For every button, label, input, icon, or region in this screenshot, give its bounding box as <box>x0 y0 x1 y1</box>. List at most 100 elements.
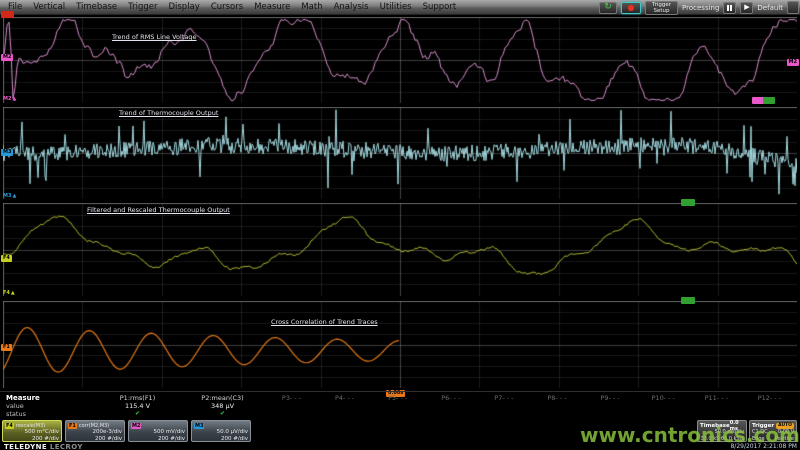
m2-level-badge-left[interactable]: M2 <box>1 54 13 61</box>
f1-scale: 200e-3/div <box>68 429 122 436</box>
marker-badge-1 <box>681 199 695 206</box>
p12-name: P12- - - <box>743 394 796 402</box>
measure-col-p8[interactable]: P8- - - <box>530 394 583 418</box>
p5-name: P5- - - <box>371 394 424 402</box>
pause-icon <box>727 5 729 11</box>
status-label: status <box>6 410 40 418</box>
descriptor-f1[interactable]: F1 corr(M2,M3) 200e-3/div 200 #/div <box>65 420 125 442</box>
marker-badge-2 <box>681 297 695 304</box>
waveform-f4 <box>3 203 797 296</box>
m3-marker-label: M3 <box>3 193 11 199</box>
p1-name: P1:rms(F1) <box>95 394 180 402</box>
descriptor-f4[interactable]: F4 rescale(M3) 500 m°C/div 200 #/div <box>2 420 62 442</box>
trigger-slope-label: Edge <box>752 436 765 443</box>
play-button[interactable]: ▶ <box>740 2 753 14</box>
waveform-f1 <box>3 301 797 388</box>
triangle-up-icon: ▲ <box>11 290 15 296</box>
measure-col-p6[interactable]: P6- - - <box>424 394 477 418</box>
annotation-cross-correlation: Cross Correlation of Trend Traces <box>271 318 378 326</box>
m3-points: 200 #/div <box>194 436 248 443</box>
p11-name: P11- - - <box>690 394 743 402</box>
grid-rms-line-voltage <box>3 17 797 103</box>
m3-level-badge[interactable]: M3 <box>1 149 13 156</box>
auto-setup-button[interactable]: ↻ <box>599 2 617 14</box>
measure-col-p7[interactable]: P7- - - <box>477 394 530 418</box>
p4-name: P4- - - <box>318 394 371 402</box>
f1-function: corr(M2,M3) <box>79 423 109 429</box>
measure-col-p5[interactable]: P5- - - <box>371 394 424 418</box>
f4-tag: F4 <box>5 423 14 429</box>
timebase-box[interactable]: Timebase 0.0 ms 50.0 ms/div 33.0 kS 66.0… <box>697 420 747 442</box>
p10-name: P10- - - <box>637 394 690 402</box>
p2-status-check: ✔ <box>180 410 265 418</box>
play-icon: ▶ <box>744 4 749 11</box>
f4-points: 200 #/div <box>5 436 59 443</box>
f4-level-badge[interactable]: F4 <box>1 255 12 262</box>
processing-status: Processing <box>682 4 719 12</box>
p8-name: P8- - - <box>530 394 583 402</box>
p1-value: 115.4 V <box>95 402 180 410</box>
default-label: Default <box>757 4 783 12</box>
f1-tag: F1 <box>68 423 77 429</box>
m2-ground-marker: M2▲ <box>3 96 16 102</box>
corner-button[interactable] <box>787 1 799 14</box>
toolbar-right: ↻ ● Trigger Setup Processing ▶ Default <box>599 0 799 15</box>
measure-col-p9[interactable]: P9- - - <box>584 394 637 418</box>
menu-item-timebase[interactable]: Timebase <box>76 2 117 12</box>
trigger-mode-badge: AUTO <box>776 423 794 429</box>
grid-filtered-thermocouple <box>3 203 797 296</box>
menu-item-vertical[interactable]: Vertical <box>33 2 65 12</box>
descriptor-m2[interactable]: M2 500 mV/div 200 #/div <box>128 420 188 442</box>
measure-col-p11[interactable]: P11- - - <box>690 394 743 418</box>
trigger-box[interactable]: Trigger AUTO C1 DC 0.00 V Edge Positive <box>749 420 797 442</box>
waveform-m3 <box>3 107 797 199</box>
f1-level-badge[interactable]: F1 <box>1 344 12 351</box>
menu-item-cursors[interactable]: Cursors <box>211 2 243 12</box>
m3-tag: M3 <box>194 423 204 429</box>
measure-col-p4[interactable]: P4- - - <box>318 394 371 418</box>
measure-label: Measure <box>6 394 40 402</box>
p1-status-check: ✔ <box>95 410 180 418</box>
trigger-setup-label-2: Setup <box>654 8 670 14</box>
measure-col-p2[interactable]: P2:mean(C3) 348 µV ✔ <box>180 394 265 418</box>
measure-table: Measure value status P1:rms(F1) 115.4 V … <box>0 391 800 420</box>
m2-points: 200 #/div <box>131 436 185 443</box>
menu-item-measure[interactable]: Measure <box>254 2 290 12</box>
trigger-setup-button[interactable]: Trigger Setup <box>645 1 678 15</box>
f1-points: 200 #/div <box>68 436 122 443</box>
descriptor-m3[interactable]: M3 50.0 µV/div 200 #/div <box>191 420 251 442</box>
menu-item-math[interactable]: Math <box>301 2 322 12</box>
measure-col-p1[interactable]: P1:rms(F1) 115.4 V ✔ <box>95 394 180 418</box>
trigger-level-badge[interactable] <box>1 11 14 18</box>
trigger-mode-button[interactable]: ● <box>621 2 641 14</box>
p7-name: P7- - - <box>477 394 530 402</box>
f4-marker-label: F4 <box>3 290 10 296</box>
m2-level-badge-right[interactable]: M2 <box>787 59 799 66</box>
trigger-title: Trigger <box>752 423 774 429</box>
measure-col-p3[interactable]: P3- - - <box>265 394 318 418</box>
measure-col-p12[interactable]: P12- - - <box>743 394 796 418</box>
record-icon: ● <box>628 4 635 12</box>
menu-item-trigger[interactable]: Trigger <box>128 2 157 12</box>
menu-item-display[interactable]: Display <box>168 2 199 12</box>
p2-value: 348 µV <box>180 402 265 410</box>
measure-col-p10[interactable]: P10- - - <box>637 394 690 418</box>
f4-ground-marker: F4▲ <box>3 290 15 296</box>
grid-cross-correlation <box>3 301 797 388</box>
refresh-icon: ↻ <box>604 3 612 12</box>
timebase-samples: 33.0 kS 66.0 kS/s <box>701 436 744 443</box>
p9-name: P9- - - <box>584 394 637 402</box>
pause-button[interactable] <box>723 2 736 14</box>
menu-item-utilities[interactable]: Utilities <box>380 2 412 12</box>
menu-item-analysis[interactable]: Analysis <box>334 2 369 12</box>
annotation-thermocouple-output: Trend of Thermocouple Output <box>119 109 218 117</box>
menu-item-support[interactable]: Support <box>423 2 457 12</box>
m3-ground-marker: M3▲ <box>3 193 16 199</box>
annotation-filtered-thermocouple: Filtered and Rescaled Thermocouple Outpu… <box>87 206 230 214</box>
m2-marker-label: M2 <box>3 96 11 102</box>
value-label: value <box>6 402 40 410</box>
p6-name: P6- - - <box>424 394 477 402</box>
trigger-slope: Positive <box>775 436 794 443</box>
p3-name: P3- - - <box>265 394 318 402</box>
timebase-title: Timebase <box>700 423 730 429</box>
